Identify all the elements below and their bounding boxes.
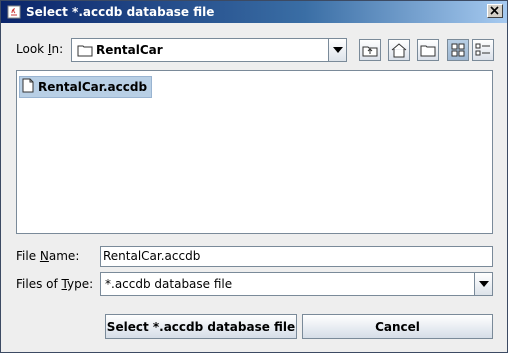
folder-icon: [77, 44, 93, 60]
chevron-down-icon[interactable]: [474, 273, 492, 295]
file-type-label: Files of Type:: [16, 277, 94, 291]
look-in-combo[interactable]: RentalCar: [71, 38, 347, 62]
title-bar[interactable]: Select *.accdb database file: [1, 1, 507, 23]
folder-up-icon: [362, 46, 378, 57]
look-in-value: RentalCar: [96, 43, 163, 57]
file-item[interactable]: RentalCar.accdb: [19, 76, 153, 98]
close-button[interactable]: [487, 4, 503, 18]
details-view-icon: [475, 43, 490, 56]
cancel-button[interactable]: Cancel: [302, 314, 493, 339]
file-list[interactable]: RentalCar.accdb: [16, 70, 493, 234]
up-one-level-button[interactable]: [359, 39, 381, 61]
file-name-label: File Name:: [16, 249, 80, 263]
look-in-label: Look In:: [16, 42, 64, 56]
chevron-down-icon[interactable]: [328, 39, 346, 61]
home-button[interactable]: [388, 39, 410, 61]
file-type-combo[interactable]: *.accdb database file: [100, 272, 493, 296]
home-icon: [391, 43, 407, 58]
file-chooser-dialog: Select *.accdb database file Look In: Re…: [0, 0, 508, 353]
file-name-field[interactable]: RentalCar.accdb: [100, 246, 493, 267]
select-file-button[interactable]: Select *.accdb database file: [105, 314, 297, 339]
list-view-icon: [451, 43, 465, 57]
file-name: RentalCar.accdb: [38, 80, 148, 94]
java-cup-icon: [7, 5, 21, 19]
window-title: Select *.accdb database file: [26, 5, 215, 19]
file-type-value: *.accdb database file: [105, 277, 233, 291]
new-folder-button[interactable]: [417, 39, 439, 61]
close-icon: [490, 6, 499, 15]
file-icon: [22, 78, 34, 96]
details-view-button[interactable]: [472, 39, 494, 61]
list-view-button[interactable]: [447, 39, 469, 61]
new-folder-icon: [420, 45, 436, 57]
